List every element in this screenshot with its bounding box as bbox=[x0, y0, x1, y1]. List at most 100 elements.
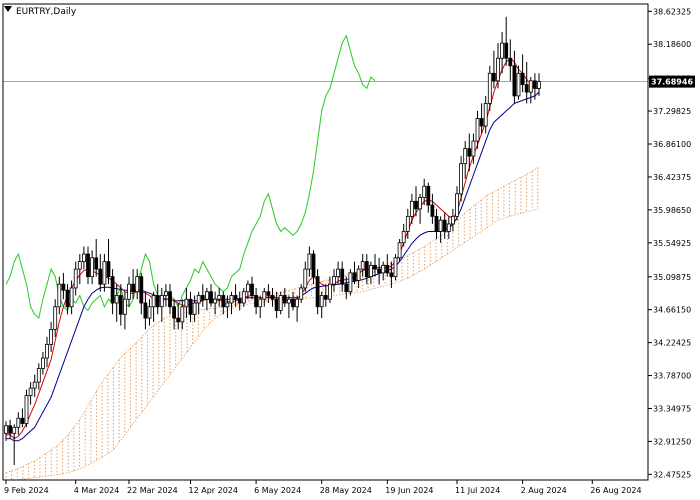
candle bbox=[41, 351, 45, 375]
candle-body bbox=[172, 306, 177, 319]
y-tick-label: 36.86100 bbox=[653, 140, 691, 149]
candle bbox=[12, 424, 17, 465]
candle-body bbox=[159, 295, 164, 308]
candle bbox=[430, 193, 435, 224]
candle-body bbox=[241, 291, 246, 304]
candle bbox=[319, 291, 324, 319]
candle-body bbox=[114, 295, 119, 304]
candle-body bbox=[147, 306, 152, 319]
candle bbox=[368, 261, 373, 285]
candle-body bbox=[86, 253, 90, 278]
candle-body bbox=[487, 72, 492, 104]
current-price-label: 37.68946 bbox=[651, 78, 693, 87]
candle-body bbox=[217, 295, 222, 300]
candle-body bbox=[508, 57, 513, 67]
axes: 38.6232538.1860037.7298537.2982536.86100… bbox=[2, 3, 695, 495]
candle-body bbox=[127, 283, 131, 300]
candle-body bbox=[299, 287, 304, 300]
candle bbox=[143, 291, 148, 330]
candle-body bbox=[496, 57, 500, 82]
candle bbox=[20, 408, 25, 428]
candle bbox=[270, 287, 275, 307]
candle-body bbox=[286, 298, 291, 304]
candle bbox=[49, 321, 53, 352]
candle bbox=[221, 291, 226, 315]
candle bbox=[45, 336, 49, 368]
candle bbox=[86, 246, 90, 285]
candle bbox=[352, 261, 357, 285]
candle-body bbox=[274, 298, 279, 311]
candle bbox=[155, 284, 160, 315]
candle bbox=[188, 291, 193, 322]
candle-body bbox=[53, 306, 58, 330]
candle bbox=[94, 238, 99, 277]
candle-body bbox=[377, 268, 382, 274]
candle bbox=[36, 363, 41, 390]
candle bbox=[114, 284, 119, 322]
candle-body bbox=[463, 148, 468, 165]
candle bbox=[184, 287, 189, 319]
kijun-line bbox=[6, 91, 540, 442]
candle-body bbox=[491, 72, 496, 82]
candle-body bbox=[16, 417, 21, 428]
candle bbox=[434, 208, 439, 239]
y-tick-label: 38.62325 bbox=[653, 7, 691, 16]
candle-body bbox=[479, 118, 484, 127]
candle-body bbox=[348, 272, 353, 293]
y-tick-label: 32.91250 bbox=[653, 437, 691, 446]
candle bbox=[483, 95, 488, 134]
candle-body bbox=[323, 295, 328, 300]
candle bbox=[356, 265, 361, 288]
candle-body bbox=[344, 283, 349, 293]
candle-body bbox=[475, 118, 480, 142]
candle bbox=[524, 61, 529, 104]
candle bbox=[393, 254, 398, 281]
candle bbox=[53, 299, 58, 337]
candle bbox=[24, 389, 29, 428]
candle-body bbox=[123, 298, 127, 315]
candle-body bbox=[221, 295, 226, 308]
x-tick-label: 9 Feb 2024 bbox=[4, 486, 49, 495]
x-tick-label: 28 May 2024 bbox=[320, 486, 372, 495]
candle-body bbox=[237, 298, 242, 304]
candle-body bbox=[430, 204, 435, 217]
candle-body bbox=[135, 276, 140, 293]
candle bbox=[209, 284, 213, 307]
cloud-span-b bbox=[6, 208, 539, 481]
candle-body bbox=[455, 193, 459, 217]
candle-body bbox=[49, 328, 53, 345]
chart-title-group: EURTRY,Daily bbox=[4, 6, 77, 17]
candle-body bbox=[520, 72, 525, 85]
candle bbox=[233, 284, 238, 307]
candle-body bbox=[471, 140, 476, 157]
candle-body bbox=[295, 298, 300, 308]
candle bbox=[286, 295, 291, 319]
candle bbox=[323, 284, 328, 307]
candle bbox=[262, 287, 267, 307]
dropdown-triangle-icon bbox=[4, 6, 12, 12]
candle-body bbox=[278, 295, 283, 311]
candle-body bbox=[368, 264, 373, 278]
candle bbox=[491, 50, 496, 89]
candle bbox=[4, 421, 8, 441]
y-tick-label: 33.34975 bbox=[653, 404, 691, 413]
candle-body bbox=[500, 42, 505, 59]
candle bbox=[258, 295, 263, 319]
candle bbox=[204, 287, 209, 311]
candle-body bbox=[61, 283, 66, 291]
candle bbox=[168, 284, 172, 315]
candle bbox=[172, 299, 177, 330]
candle-body bbox=[110, 276, 115, 304]
candle bbox=[401, 223, 406, 247]
candle-body bbox=[397, 242, 402, 259]
candle bbox=[381, 261, 386, 281]
candle-body bbox=[196, 295, 201, 304]
candle bbox=[508, 39, 513, 81]
candle-body bbox=[340, 268, 345, 285]
candle-body bbox=[414, 200, 418, 210]
candle-body bbox=[143, 302, 148, 319]
candle-body bbox=[332, 276, 336, 285]
candle-body bbox=[504, 42, 509, 59]
candle bbox=[528, 77, 533, 104]
candle-body bbox=[282, 295, 287, 304]
